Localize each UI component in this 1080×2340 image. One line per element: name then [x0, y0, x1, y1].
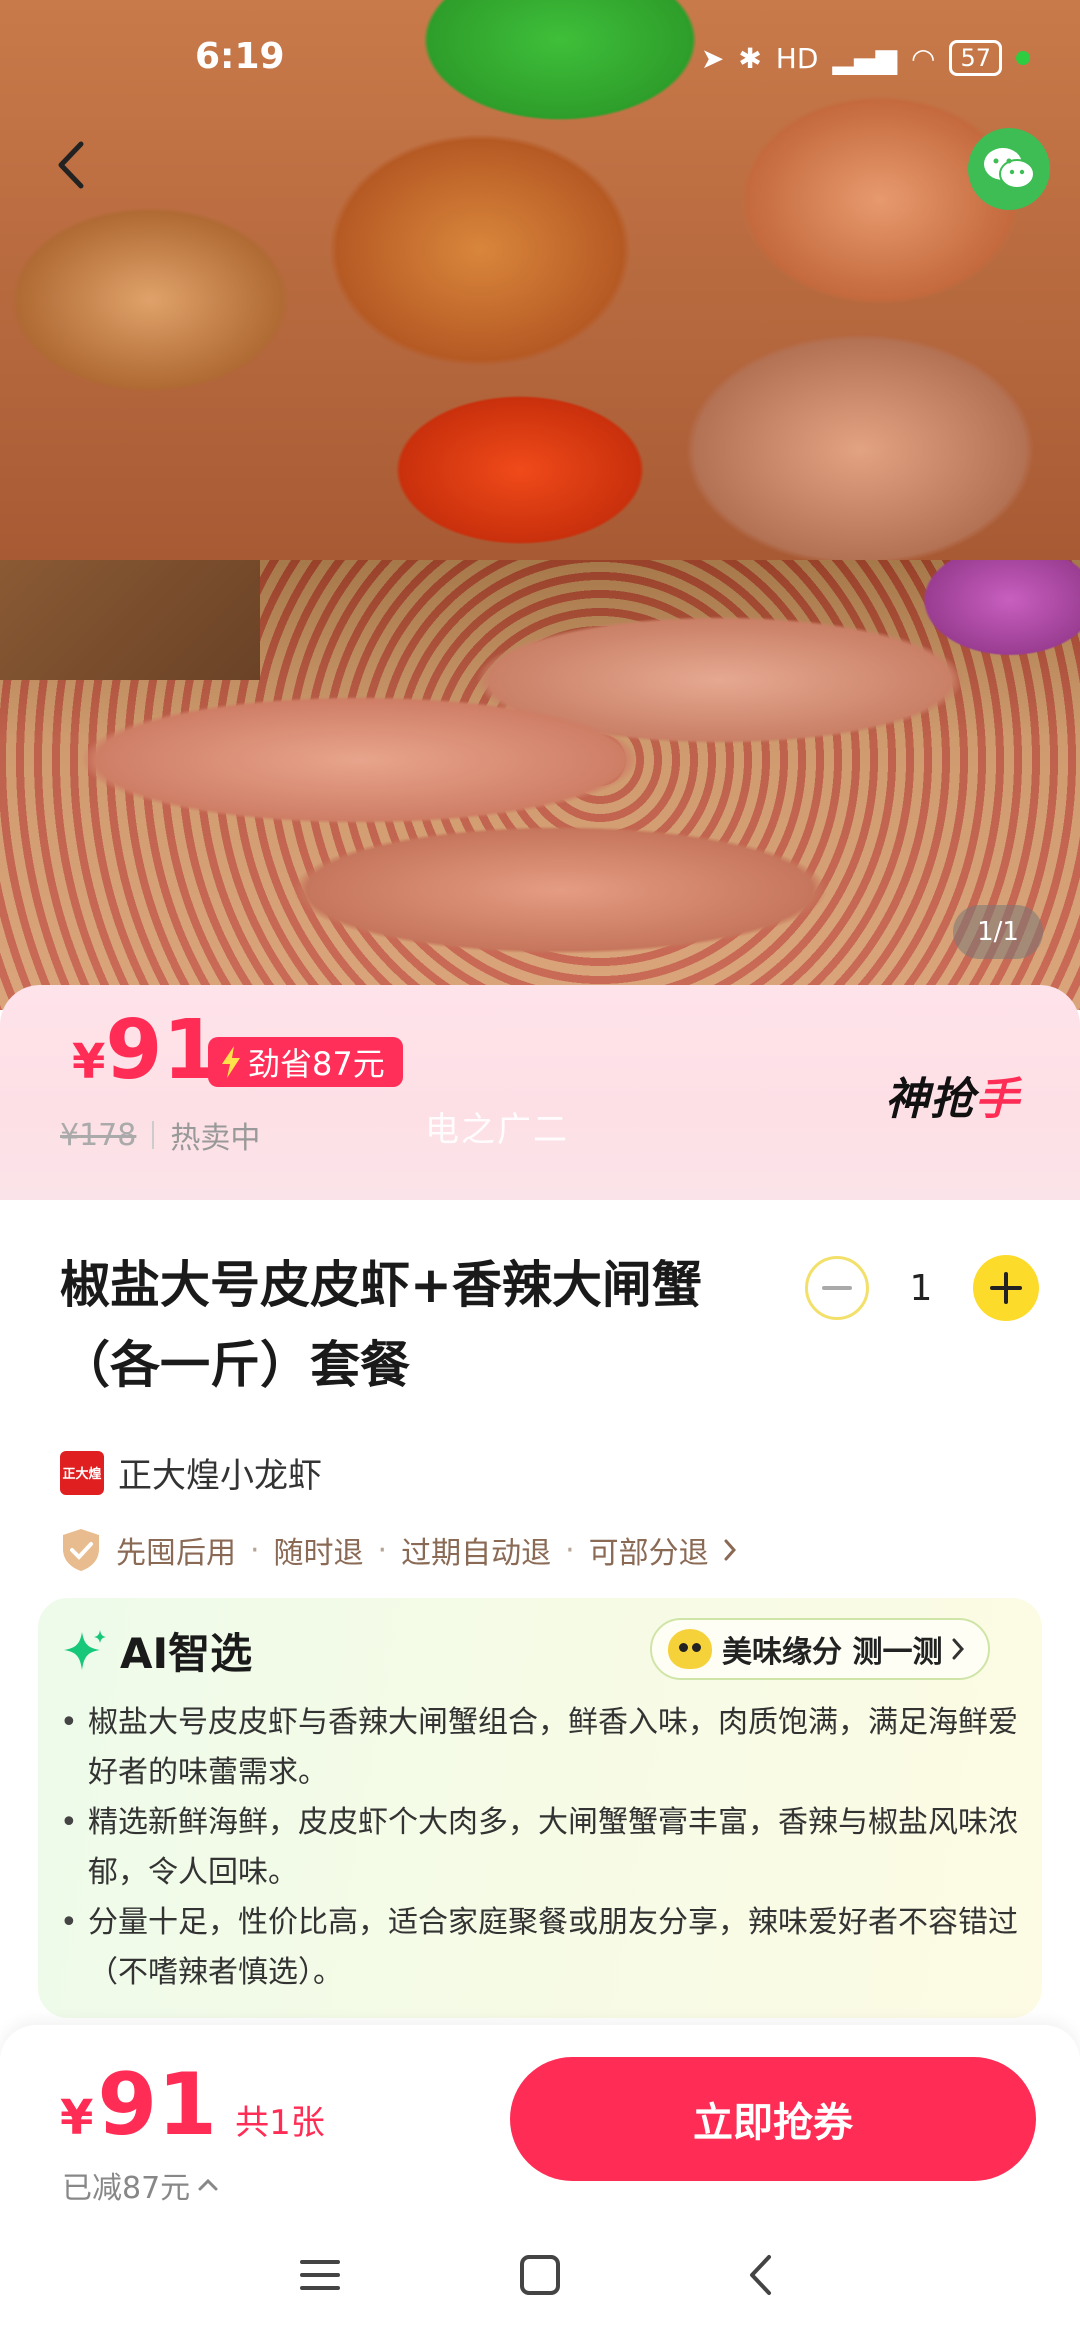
system-navigation-bar	[0, 2210, 1080, 2340]
discount-detail-toggle[interactable]: 已减87元	[62, 2163, 218, 2207]
home-button[interactable]	[510, 2245, 570, 2305]
guarantee-item: 先囤后用	[116, 1536, 236, 1571]
increase-button[interactable]	[973, 1255, 1039, 1321]
shield-check-icon	[63, 1529, 99, 1571]
checkout-bar: ¥ 91 共1张 已减87元 立即抢券	[0, 2025, 1080, 2210]
separator-dot: ·	[565, 1532, 575, 1568]
guarantee-item: 过期自动退	[401, 1536, 552, 1571]
price-value: 91	[97, 2055, 218, 2155]
brand-logo-accent: 手	[975, 1074, 1020, 1125]
guarantee-item: 可部分退	[588, 1536, 709, 1571]
guarantee-row[interactable]: 先囤后用 · 随时退 · 过期自动退 · 可部分退	[60, 1527, 737, 1573]
merchant-link[interactable]: 正大煌 正大煌小龙虾	[60, 1448, 322, 1497]
sparkle-icon	[64, 1629, 106, 1670]
ai-title-label: AI智选	[120, 1629, 253, 1678]
currency-symbol: ¥	[60, 2090, 94, 2146]
sale-status: 热卖中	[170, 1121, 261, 1156]
chevron-right-icon	[724, 1539, 736, 1561]
location-icon: ➤	[700, 41, 725, 75]
chevron-right-icon	[952, 1638, 965, 1660]
currency-symbol: ¥	[72, 1034, 106, 1090]
battery-icon: 57	[949, 40, 1002, 76]
chevron-up-icon	[198, 2179, 218, 2191]
bluetooth-icon: ✱	[738, 41, 762, 75]
signal-icon: HD	[775, 41, 819, 75]
signal-icon-2: ▂▄▆	[832, 41, 898, 75]
separator-dot: ·	[250, 1532, 260, 1568]
quantity-value: 1	[909, 1267, 933, 1309]
status-time: 6:19	[195, 36, 285, 77]
taste-match-label: 美味缘分 测一测	[722, 1635, 943, 1670]
total-price: ¥ 91 共1张	[60, 2055, 325, 2155]
taste-match-button[interactable]: 美味缘分 测一测	[650, 1618, 991, 1680]
ai-recommendation-card: AI智选 美味缘分 测一测 椒盐大号皮皮虾与香辣大闸蟹组合，鲜香入味，肉质饱满，…	[38, 1598, 1042, 2018]
status-bar: 6:19 ➤ ✱ HD ▂▄▆ ◠ 57	[0, 0, 1080, 110]
wechat-share-button[interactable]	[968, 128, 1050, 210]
face-icon	[668, 1629, 712, 1669]
watermark: 电之广二	[425, 1110, 569, 1150]
wifi-icon: ◠	[911, 41, 936, 75]
ai-points-list: 椒盐大号皮皮虾与香辣大闸蟹组合，鲜香入味，肉质饱满，满足海鲜爱好者的味蕾需求。 …	[58, 1698, 1028, 1998]
brand-logo: 神抢手	[885, 1063, 1020, 1127]
list-item: 精选新鲜海鲜，皮皮虾个大肉多，大闸蟹蟹膏丰富，香辣与椒盐风味浓郁，令人回味。	[58, 1798, 1028, 1898]
wechat-icon	[984, 148, 1035, 189]
brand-logo-text: 神抢	[885, 1074, 975, 1125]
chevron-left-icon	[750, 2255, 771, 2295]
grab-voucher-button[interactable]: 立即抢券	[510, 2057, 1036, 2181]
guarantee-item: 随时退	[273, 1536, 364, 1571]
ai-title: AI智选	[62, 1620, 252, 1681]
original-price-row: ¥178 热卖中	[60, 1113, 260, 1157]
product-image-gallery[interactable]	[0, 0, 1080, 1010]
price-card: ¥91 劲省87元 ¥178 热卖中 电之广二 神抢手	[0, 985, 1080, 1200]
divider	[152, 1121, 155, 1149]
save-badge-label: 劲省87元	[248, 1045, 385, 1083]
menu-icon	[300, 2260, 340, 2290]
list-item: 椒盐大号皮皮虾与香辣大闸蟹组合，鲜香入味，肉质饱满，满足海鲜爱好者的味蕾需求。	[58, 1698, 1028, 1798]
decrease-button[interactable]	[805, 1256, 869, 1320]
product-title: 椒盐大号皮皮虾+香辣大闸蟹（各一斤）套餐	[60, 1256, 702, 1394]
save-badge: 劲省87元	[208, 1037, 403, 1087]
minus-icon	[822, 1286, 852, 1290]
merchant-name: 正大煌小龙虾	[118, 1456, 322, 1496]
quantity-stepper[interactable]: 1	[805, 1255, 1039, 1321]
privacy-dot	[1016, 51, 1030, 65]
chevron-left-icon	[58, 141, 84, 189]
gallery-page-indicator: 1/1	[953, 905, 1043, 959]
voucher-count: 共1张	[235, 2103, 325, 2143]
saved-amount: 已减87元	[62, 2171, 191, 2206]
product-photo-shrimp	[0, 560, 1080, 1010]
merchant-logo: 正大煌	[60, 1450, 104, 1495]
square-icon	[520, 2255, 560, 2295]
system-back-button[interactable]	[730, 2245, 790, 2305]
menu-button[interactable]	[290, 2245, 350, 2305]
current-price: ¥91	[72, 1003, 220, 1098]
price-value: 91	[105, 1003, 220, 1098]
back-button[interactable]	[40, 130, 100, 200]
plus-icon	[990, 1272, 1022, 1304]
list-item: 分量十足，性价比高，适合家庭聚餐或朋友分享，辣味爱好者不容错过（不嗜辣者慎选）。	[58, 1898, 1028, 1998]
separator-dot: ·	[377, 1532, 388, 1568]
status-icons: ➤ ✱ HD ▂▄▆ ◠ 57	[701, 40, 1030, 76]
lightning-icon	[222, 1046, 240, 1078]
original-price: ¥178	[60, 1117, 137, 1153]
